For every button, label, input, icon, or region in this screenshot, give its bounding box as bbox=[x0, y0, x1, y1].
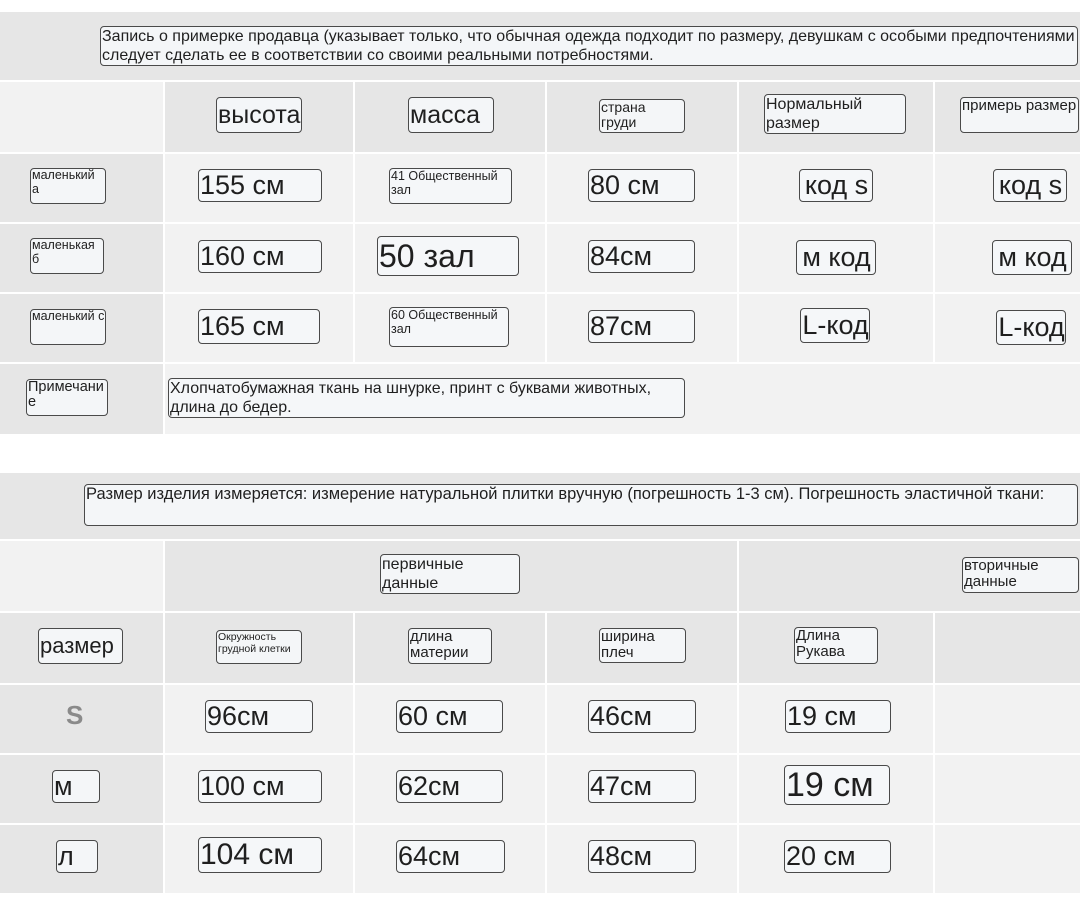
cell-sleeve: 19 см bbox=[784, 765, 890, 805]
cell-shoulder: 46см bbox=[588, 700, 696, 733]
cell-sleeve: 19 см bbox=[785, 700, 891, 733]
cell-height: 165 см bbox=[198, 309, 320, 344]
cell-bust: 80 см bbox=[588, 169, 695, 202]
size-label: S bbox=[66, 700, 84, 730]
row-label: маленькая б bbox=[30, 238, 104, 274]
col-sep bbox=[933, 685, 935, 893]
cell-chest: 104 см bbox=[198, 837, 322, 873]
col-sep bbox=[545, 154, 547, 362]
header-tried-size: примерь размер bbox=[960, 97, 1079, 133]
header-chest: Окружность грудной клетки bbox=[216, 630, 302, 664]
col-sep bbox=[933, 154, 935, 362]
cell-bust: 87см bbox=[588, 310, 695, 343]
fit-note-text: Запись о примерке продавца (указывает то… bbox=[100, 26, 1078, 66]
measure-note-text: Размер изделия измеряется: измерение нат… bbox=[84, 484, 1078, 526]
size-label: м bbox=[52, 770, 100, 803]
cell-length: 64см bbox=[396, 840, 505, 873]
header-cell bbox=[935, 613, 1080, 683]
col-sep bbox=[737, 154, 739, 362]
header-bust: страна груди bbox=[599, 99, 685, 133]
group-primary-label: первичные данные bbox=[380, 554, 520, 594]
cell-tried-size: L-код bbox=[996, 310, 1066, 345]
cell-height: 160 см bbox=[198, 240, 322, 273]
header-corner bbox=[0, 82, 163, 152]
cell-height: 155 см bbox=[198, 169, 322, 202]
cell-normal-size: м код bbox=[796, 240, 876, 275]
header-weight: масса bbox=[408, 97, 494, 133]
cell-tried-size: код s bbox=[993, 169, 1067, 202]
cell-length: 60 см bbox=[396, 700, 503, 733]
header-shoulder: ширина плеч bbox=[599, 628, 686, 663]
cell-shoulder: 48см bbox=[588, 840, 696, 873]
cell-tried-size: м код bbox=[992, 240, 1072, 275]
cell-bust: 84см bbox=[588, 240, 695, 273]
size-header: размер bbox=[38, 628, 123, 664]
cell-chest: 96см bbox=[205, 700, 313, 733]
col-sep bbox=[353, 685, 355, 893]
cell-sleeve: 20 см bbox=[784, 840, 891, 873]
group-secondary-label: вторичные данные bbox=[962, 557, 1079, 593]
row-label: маленький а bbox=[30, 168, 106, 204]
cell-weight: 60 Общественный зал bbox=[389, 307, 509, 347]
col-sep bbox=[545, 685, 547, 893]
cell-shoulder: 47см bbox=[588, 770, 696, 803]
cell-chest: 100 см bbox=[198, 770, 322, 803]
row-label: маленький с bbox=[30, 309, 106, 345]
cell-length: 62см bbox=[396, 770, 503, 803]
remark-text: Хлопчатобумажная ткань на шнурке, принт … bbox=[168, 378, 685, 418]
header-length: длина материи bbox=[408, 628, 492, 664]
col-sep bbox=[737, 685, 739, 893]
col-sep bbox=[353, 154, 355, 362]
header-height: высота bbox=[216, 97, 302, 133]
cell-weight: 50 зал bbox=[377, 236, 519, 276]
remark-label: Примечание bbox=[26, 379, 108, 416]
cell-normal-size: код s bbox=[799, 169, 873, 202]
header-normal-size: Нормальный размер bbox=[764, 94, 906, 134]
size-label: л bbox=[56, 840, 98, 873]
cell-weight: 41 Общественный зал bbox=[389, 168, 512, 204]
header-sleeve: Длина Рукава bbox=[794, 627, 878, 664]
cell-normal-size: L-код bbox=[800, 308, 870, 343]
group-corner bbox=[0, 541, 163, 611]
